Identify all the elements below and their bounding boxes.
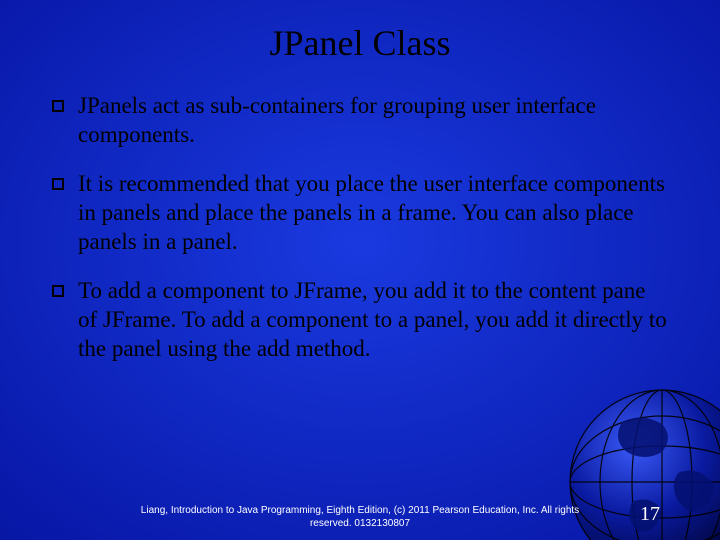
square-bullet-icon bbox=[52, 178, 64, 190]
list-item: JPanels act as sub-containers for groupi… bbox=[52, 92, 670, 150]
slide: JPanel Class JPanels act as sub-containe… bbox=[0, 0, 720, 540]
page-number: 17 bbox=[640, 503, 660, 526]
footer-citation: Liang, Introduction to Java Programming,… bbox=[0, 505, 720, 530]
list-item: It is recommended that you place the use… bbox=[52, 170, 670, 257]
slide-body: JPanels act as sub-containers for groupi… bbox=[0, 74, 720, 364]
slide-title: JPanel Class bbox=[0, 0, 720, 74]
bullet-text: It is recommended that you place the use… bbox=[78, 170, 670, 257]
square-bullet-icon bbox=[52, 285, 64, 297]
bullet-text: To add a component to JFrame, you add it… bbox=[78, 277, 670, 364]
list-item: To add a component to JFrame, you add it… bbox=[52, 277, 670, 364]
square-bullet-icon bbox=[52, 100, 64, 112]
bullet-text: JPanels act as sub-containers for groupi… bbox=[78, 92, 670, 150]
